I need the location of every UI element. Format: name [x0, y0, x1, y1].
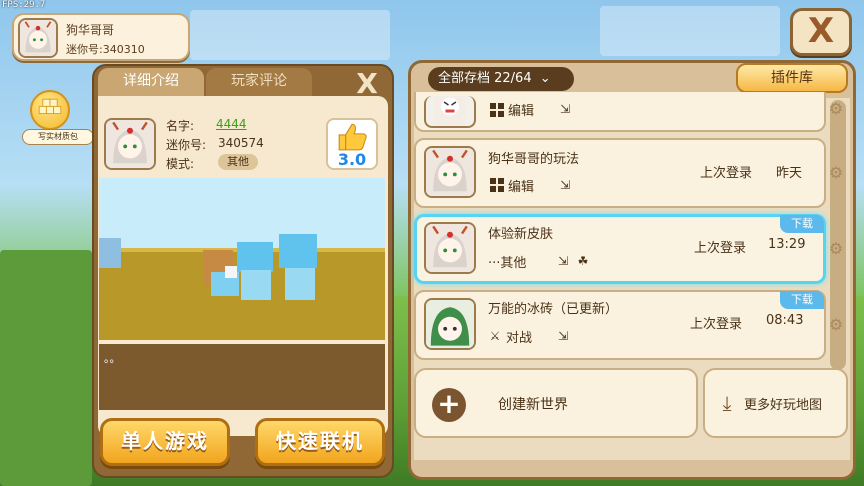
settings-gear-icon[interactable]: ⚙	[827, 240, 845, 258]
share-icon[interactable]: ⇲	[556, 254, 570, 268]
author-avatar[interactable]	[104, 118, 156, 170]
background-hill-left	[0, 250, 92, 486]
share-icon[interactable]: ⇲	[556, 329, 570, 343]
cloud-icon[interactable]: ☘	[576, 254, 590, 268]
download-icon: ⤓	[722, 391, 732, 415]
archive-filter-dropdown[interactable]: 全部存档 22/64 ⌄	[428, 67, 574, 91]
world-title: 万能的冰砖（已更新）	[488, 302, 619, 317]
mode-value: 其他	[218, 154, 258, 170]
archive-filter-label: 全部存档 22/64	[438, 71, 532, 86]
close-icon[interactable]: X	[790, 8, 852, 56]
quick-online-button[interactable]: 快速联机	[255, 418, 385, 466]
last-login-label: 上次登录	[690, 317, 743, 332]
world-title: 体验新皮肤	[488, 227, 554, 242]
fps-counter: FPS:29.7	[2, 0, 46, 10]
rating-value: 3.0	[337, 150, 367, 169]
avatar-face-icon	[426, 148, 474, 196]
avatar-face-icon	[426, 224, 474, 272]
download-badge: 下载	[780, 291, 824, 309]
world-avatar	[424, 146, 476, 198]
single-player-button[interactable]: 单人游戏	[100, 418, 230, 466]
material-pack-label[interactable]: 写实材质包	[22, 129, 94, 145]
material-pack-icon[interactable]	[30, 90, 70, 130]
sword-icon: ⚔	[489, 329, 501, 343]
last-login-label: 上次登录	[694, 241, 747, 256]
background-cloud	[190, 10, 390, 60]
last-login-value: 昨天	[776, 166, 803, 181]
background-cloud	[600, 6, 780, 56]
preview-scene-icon	[99, 178, 385, 340]
angry-face-icon	[435, 96, 465, 126]
edit-icon	[490, 178, 504, 192]
name-value: 4444	[216, 117, 247, 131]
edit-icon	[490, 103, 504, 117]
download-badge: 下载	[780, 215, 824, 233]
world-preview-image	[99, 178, 385, 340]
settings-gear-icon[interactable]: ⚙	[827, 164, 845, 182]
world-title: 狗华哥哥的玩法	[488, 152, 580, 167]
world-avatar	[424, 298, 476, 350]
plugin-library-button[interactable]: 插件库	[736, 63, 848, 93]
world-avatar	[424, 96, 476, 128]
share-icon[interactable]: ⇲	[558, 178, 572, 192]
settings-gear-icon[interactable]: ⚙	[827, 100, 845, 118]
settings-gear-icon[interactable]: ⚙	[827, 316, 845, 334]
create-world-label: 创建新世界	[498, 397, 568, 413]
plus-icon: +	[432, 388, 466, 422]
cube-icon	[38, 98, 62, 115]
player-mini-id: 迷你号:340310	[66, 43, 145, 56]
player-name: 狗华哥哥	[66, 23, 115, 37]
more-maps-label: 更多好玩地图	[744, 398, 823, 413]
last-login-label: 上次登录	[700, 166, 753, 181]
mini-id-value: 340574	[218, 136, 264, 150]
mode-label: 模式:	[166, 157, 195, 171]
avatar-face-icon	[106, 120, 154, 168]
chevron-down-icon: ⌄	[539, 71, 551, 86]
player-profile-card[interactable]: 狗华哥哥 迷你号:340310	[12, 13, 190, 61]
thumbs-up-icon	[338, 123, 367, 151]
world-action[interactable]: 对战	[506, 327, 532, 346]
dino-face-icon	[426, 300, 474, 348]
world-action[interactable]: 编辑	[508, 176, 534, 195]
player-avatar[interactable]	[18, 18, 58, 58]
avatar-face-icon	[20, 20, 56, 56]
last-login-value: 13:29	[768, 237, 806, 252]
world-avatar	[424, 222, 476, 274]
description-box	[99, 344, 385, 410]
description-text: 。。	[104, 352, 121, 365]
mini-id-label: 迷你号:	[166, 138, 207, 152]
world-action[interactable]: 编辑	[508, 100, 534, 119]
tab-details[interactable]: 详细介绍	[98, 68, 204, 96]
tab-player-comments[interactable]: 玩家评论	[206, 68, 312, 96]
world-action[interactable]: ···其他	[488, 252, 526, 271]
name-label: 名字:	[166, 119, 195, 133]
last-login-value: 08:43	[766, 313, 804, 328]
share-icon[interactable]: ⇲	[558, 102, 572, 116]
